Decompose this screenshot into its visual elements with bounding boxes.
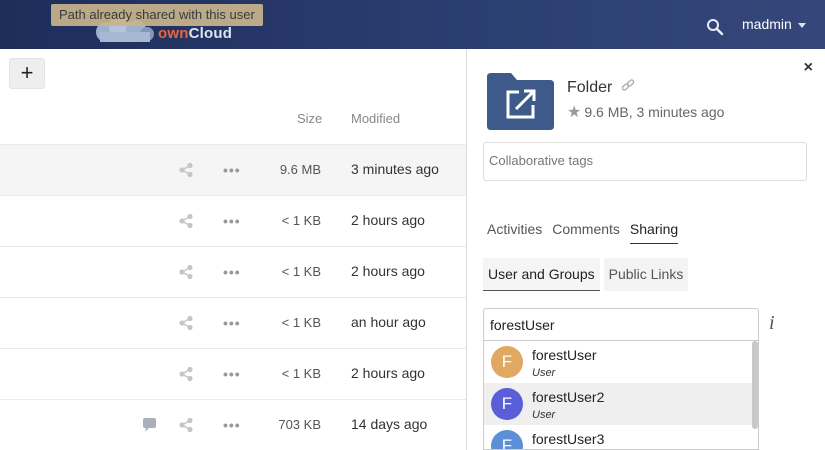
details-sidebar: × Folder ★ 9.6 MB, 3 minutes ago Collabo… — [466, 49, 825, 450]
share-icon[interactable] — [178, 213, 194, 229]
star-icon[interactable]: ★ — [567, 102, 581, 122]
sharing-subtabs: User and Groups Public Links — [483, 258, 689, 291]
more-actions-icon[interactable]: ••• — [223, 316, 241, 330]
file-modified: 3 minutes ago — [351, 161, 439, 177]
new-file-button[interactable]: + — [9, 58, 45, 89]
logo-cloud-text: Cloud — [188, 25, 233, 42]
suggestion-type: User — [532, 367, 556, 379]
subtab-user-and-groups[interactable]: User and Groups — [483, 258, 600, 291]
tab-comments[interactable]: Comments — [552, 221, 620, 244]
suggestion-item[interactable]: F forestUser3 — [484, 425, 754, 449]
more-actions-icon[interactable]: ••• — [223, 367, 241, 381]
file-modified: 14 days ago — [351, 416, 428, 432]
suggestion-name: forestUser — [532, 347, 597, 363]
top-header: ownCloud Path already shared with this u… — [0, 0, 825, 49]
tab-activities[interactable]: Activities — [487, 221, 542, 244]
folder-title: Folder — [567, 79, 613, 96]
comment-icon[interactable] — [141, 417, 157, 433]
share-tooltip: Path already shared with this user — [51, 4, 263, 26]
file-size: < 1 KB — [281, 366, 321, 381]
more-actions-icon[interactable]: ••• — [223, 265, 241, 279]
column-header-modified[interactable]: Modified — [351, 111, 400, 126]
more-actions-icon[interactable]: ••• — [223, 214, 241, 228]
file-size: 9.6 MB — [279, 162, 321, 177]
file-row[interactable]: ••• 703 KB 14 days ago — [0, 399, 466, 450]
file-row[interactable]: ••• < 1 KB 2 hours ago — [0, 246, 466, 297]
file-row[interactable]: ••• 9.6 MB 3 minutes ago — [0, 144, 466, 195]
suggestion-type: User — [532, 409, 556, 421]
share-icon[interactable] — [178, 417, 194, 433]
avatar: F — [491, 430, 523, 449]
folder-meta-text: 9.6 MB, 3 minutes ago — [584, 104, 725, 120]
avatar: F — [491, 346, 523, 378]
shared-folder-icon — [487, 73, 554, 130]
autocomplete-dropdown: F forestUser User F forestUser2 User F f… — [483, 340, 759, 450]
file-row[interactable]: ••• < 1 KB an hour ago — [0, 297, 466, 348]
file-modified: an hour ago — [351, 314, 426, 330]
share-with-input[interactable] — [483, 308, 759, 341]
file-modified: 2 hours ago — [351, 263, 425, 279]
chevron-down-icon — [797, 23, 806, 28]
info-icon[interactable]: i — [769, 312, 775, 335]
subtab-public-links[interactable]: Public Links — [603, 258, 689, 291]
file-size: 703 KB — [278, 417, 321, 432]
suggestion-name: forestUser2 — [532, 389, 605, 405]
logo-wordmark: ownCloud — [158, 25, 232, 42]
tab-sharing[interactable]: Sharing — [629, 221, 679, 244]
user-menu[interactable]: madmin — [742, 0, 806, 49]
collaborative-tags-input[interactable]: Collaborative tags — [483, 142, 807, 181]
file-modified: 2 hours ago — [351, 365, 425, 381]
more-actions-icon[interactable]: ••• — [223, 418, 241, 432]
share-icon[interactable] — [178, 264, 194, 280]
file-size: < 1 KB — [281, 315, 321, 330]
close-icon[interactable]: × — [804, 59, 813, 77]
dropdown-scrollbar[interactable] — [752, 341, 758, 429]
suggestion-name: forestUser3 — [532, 431, 605, 447]
logo-own-text: own — [158, 25, 189, 42]
share-icon[interactable] — [178, 315, 194, 331]
folder-meta: ★ 9.6 MB, 3 minutes ago — [567, 102, 724, 122]
link-icon[interactable] — [621, 79, 635, 93]
file-size: < 1 KB — [281, 264, 321, 279]
share-icon[interactable] — [178, 366, 194, 382]
avatar: F — [491, 388, 523, 420]
file-list: + Size Modified ••• 9.6 MB 3 minutes ago ••… — [0, 49, 466, 450]
sidebar-tabs: Activities Comments Sharing — [487, 221, 679, 244]
file-size: < 1 KB — [281, 213, 321, 228]
file-modified: 2 hours ago — [351, 212, 425, 228]
file-row[interactable]: ••• < 1 KB 2 hours ago — [0, 195, 466, 246]
file-row[interactable]: ••• < 1 KB 2 hours ago — [0, 348, 466, 399]
suggestion-item[interactable]: F forestUser2 User — [484, 383, 754, 425]
search-icon[interactable] — [705, 17, 725, 37]
column-header-size[interactable]: Size — [297, 111, 322, 126]
share-icon[interactable] — [178, 162, 194, 178]
suggestion-item[interactable]: F forestUser User — [484, 341, 754, 383]
more-actions-icon[interactable]: ••• — [223, 163, 241, 177]
username: madmin — [742, 16, 792, 32]
